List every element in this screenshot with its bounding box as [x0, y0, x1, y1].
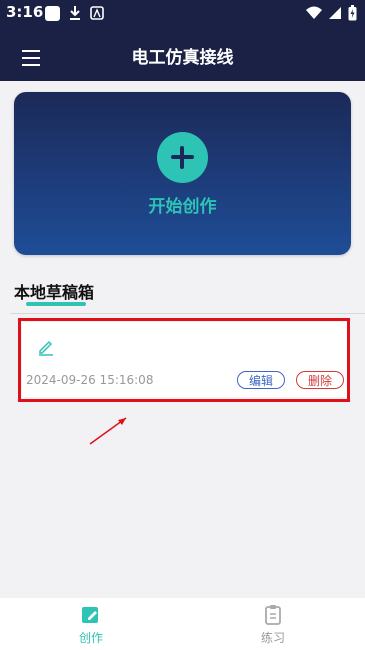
section-underline [26, 302, 86, 306]
bottom-nav: 创作 练习 [0, 598, 365, 650]
app-a-icon [90, 6, 104, 20]
nav-practice-label: 练习 [260, 631, 285, 645]
drafts-section-title: 本地草稿箱 [14, 283, 95, 302]
nav-practice[interactable]: 练习 [243, 604, 303, 646]
annotation-arrow-icon [89, 417, 127, 445]
divider [10, 313, 365, 314]
notification-icon [45, 5, 60, 21]
signal-icon [329, 7, 341, 19]
status-time: 3:16 [6, 3, 44, 21]
nav-create-label: 创作 [78, 631, 103, 645]
clipboard-icon [265, 605, 281, 625]
status-bar: 3:16 [0, 0, 365, 28]
page-title: 电工仿真接线 [131, 48, 234, 68]
nav-create[interactable]: 创作 [61, 604, 121, 646]
battery-icon [348, 5, 357, 21]
wifi-icon [306, 6, 322, 19]
highlight-box [18, 318, 350, 402]
status-right-icons [306, 5, 357, 21]
edit-square-icon [82, 607, 98, 623]
start-create-card[interactable]: 开始创作 [14, 92, 351, 255]
plus-icon[interactable] [157, 132, 208, 183]
start-create-label: 开始创作 [148, 197, 217, 217]
status-left-icons [45, 5, 104, 21]
download-icon [70, 6, 80, 20]
top-header: 3:16 电工仿真接线 [0, 0, 365, 81]
